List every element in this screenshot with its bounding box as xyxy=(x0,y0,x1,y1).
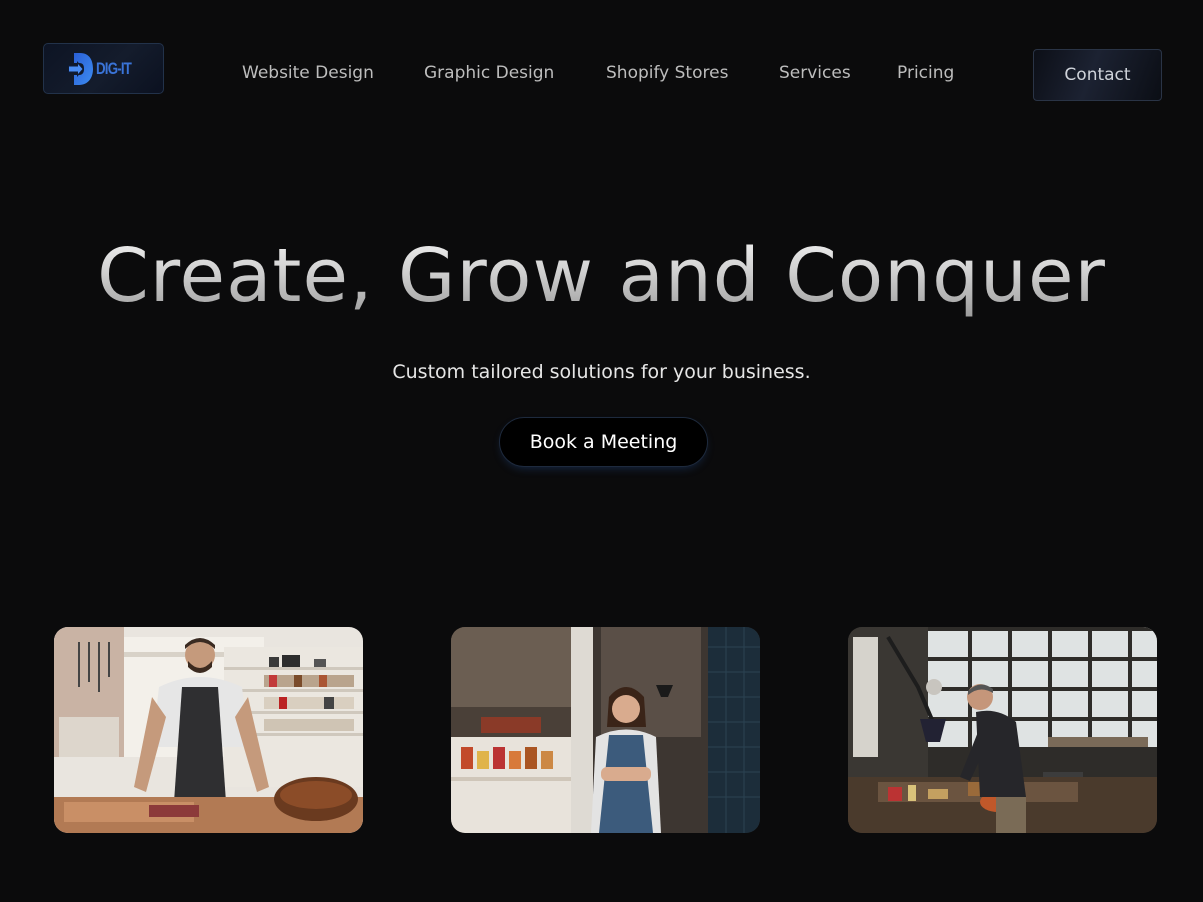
nav-services[interactable]: Services xyxy=(779,63,851,83)
nav-graphic-design[interactable]: Graphic Design xyxy=(424,63,554,83)
contact-button[interactable]: Contact xyxy=(1033,49,1162,101)
nav-pricing[interactable]: Pricing xyxy=(897,63,954,83)
landing-page: DIG-IT Website Design Graphic Design Sho… xyxy=(0,0,1203,902)
nav-shopify-stores[interactable]: Shopify Stores xyxy=(606,63,728,83)
shop-owner-photo-icon xyxy=(451,627,760,833)
gallery-image-workshop xyxy=(848,627,1157,833)
book-meeting-button[interactable]: Book a Meeting xyxy=(499,417,708,467)
main-nav: Website Design Graphic Design Shopify St… xyxy=(0,63,1203,87)
nav-website-design[interactable]: Website Design xyxy=(242,63,374,83)
workshop-artisan-photo-icon xyxy=(848,627,1157,833)
gallery-image-craftsman xyxy=(54,627,363,833)
gallery-image-shop-owner xyxy=(451,627,760,833)
hero-subtitle: Custom tailored solutions for your busin… xyxy=(392,361,811,383)
hero-title: Create, Grow and Conquer xyxy=(0,233,1203,319)
leather-craftsman-photo-icon xyxy=(54,627,363,833)
